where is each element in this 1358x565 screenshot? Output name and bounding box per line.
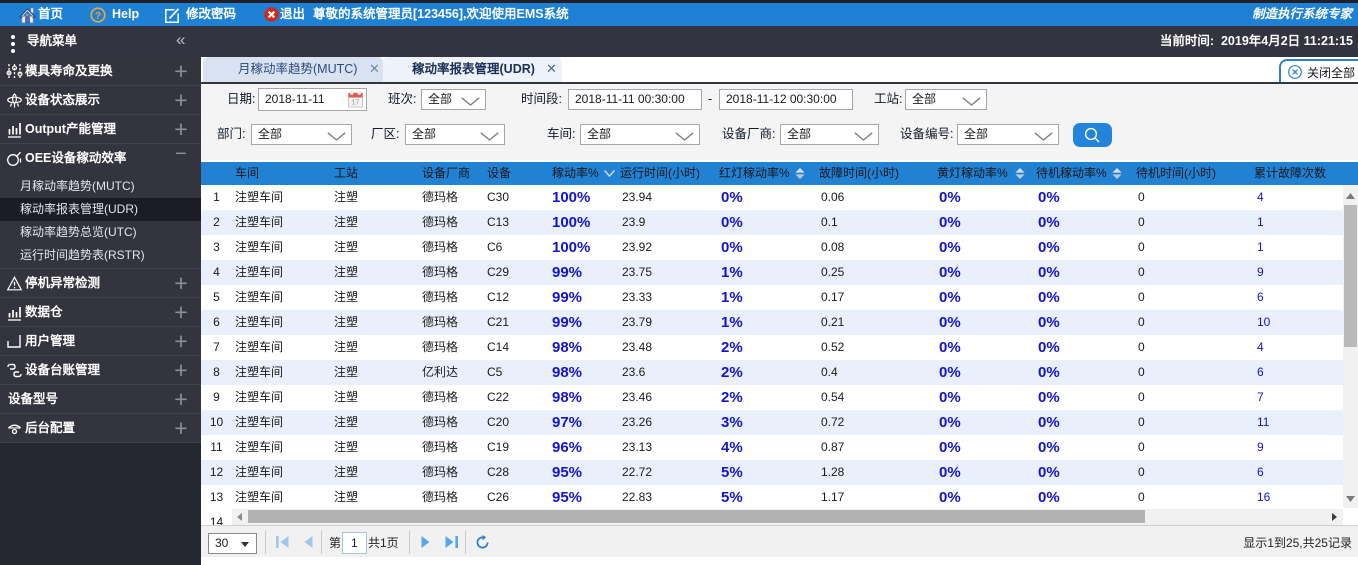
svg-text:?: ? bbox=[95, 11, 101, 22]
svg-text:17: 17 bbox=[352, 100, 360, 107]
